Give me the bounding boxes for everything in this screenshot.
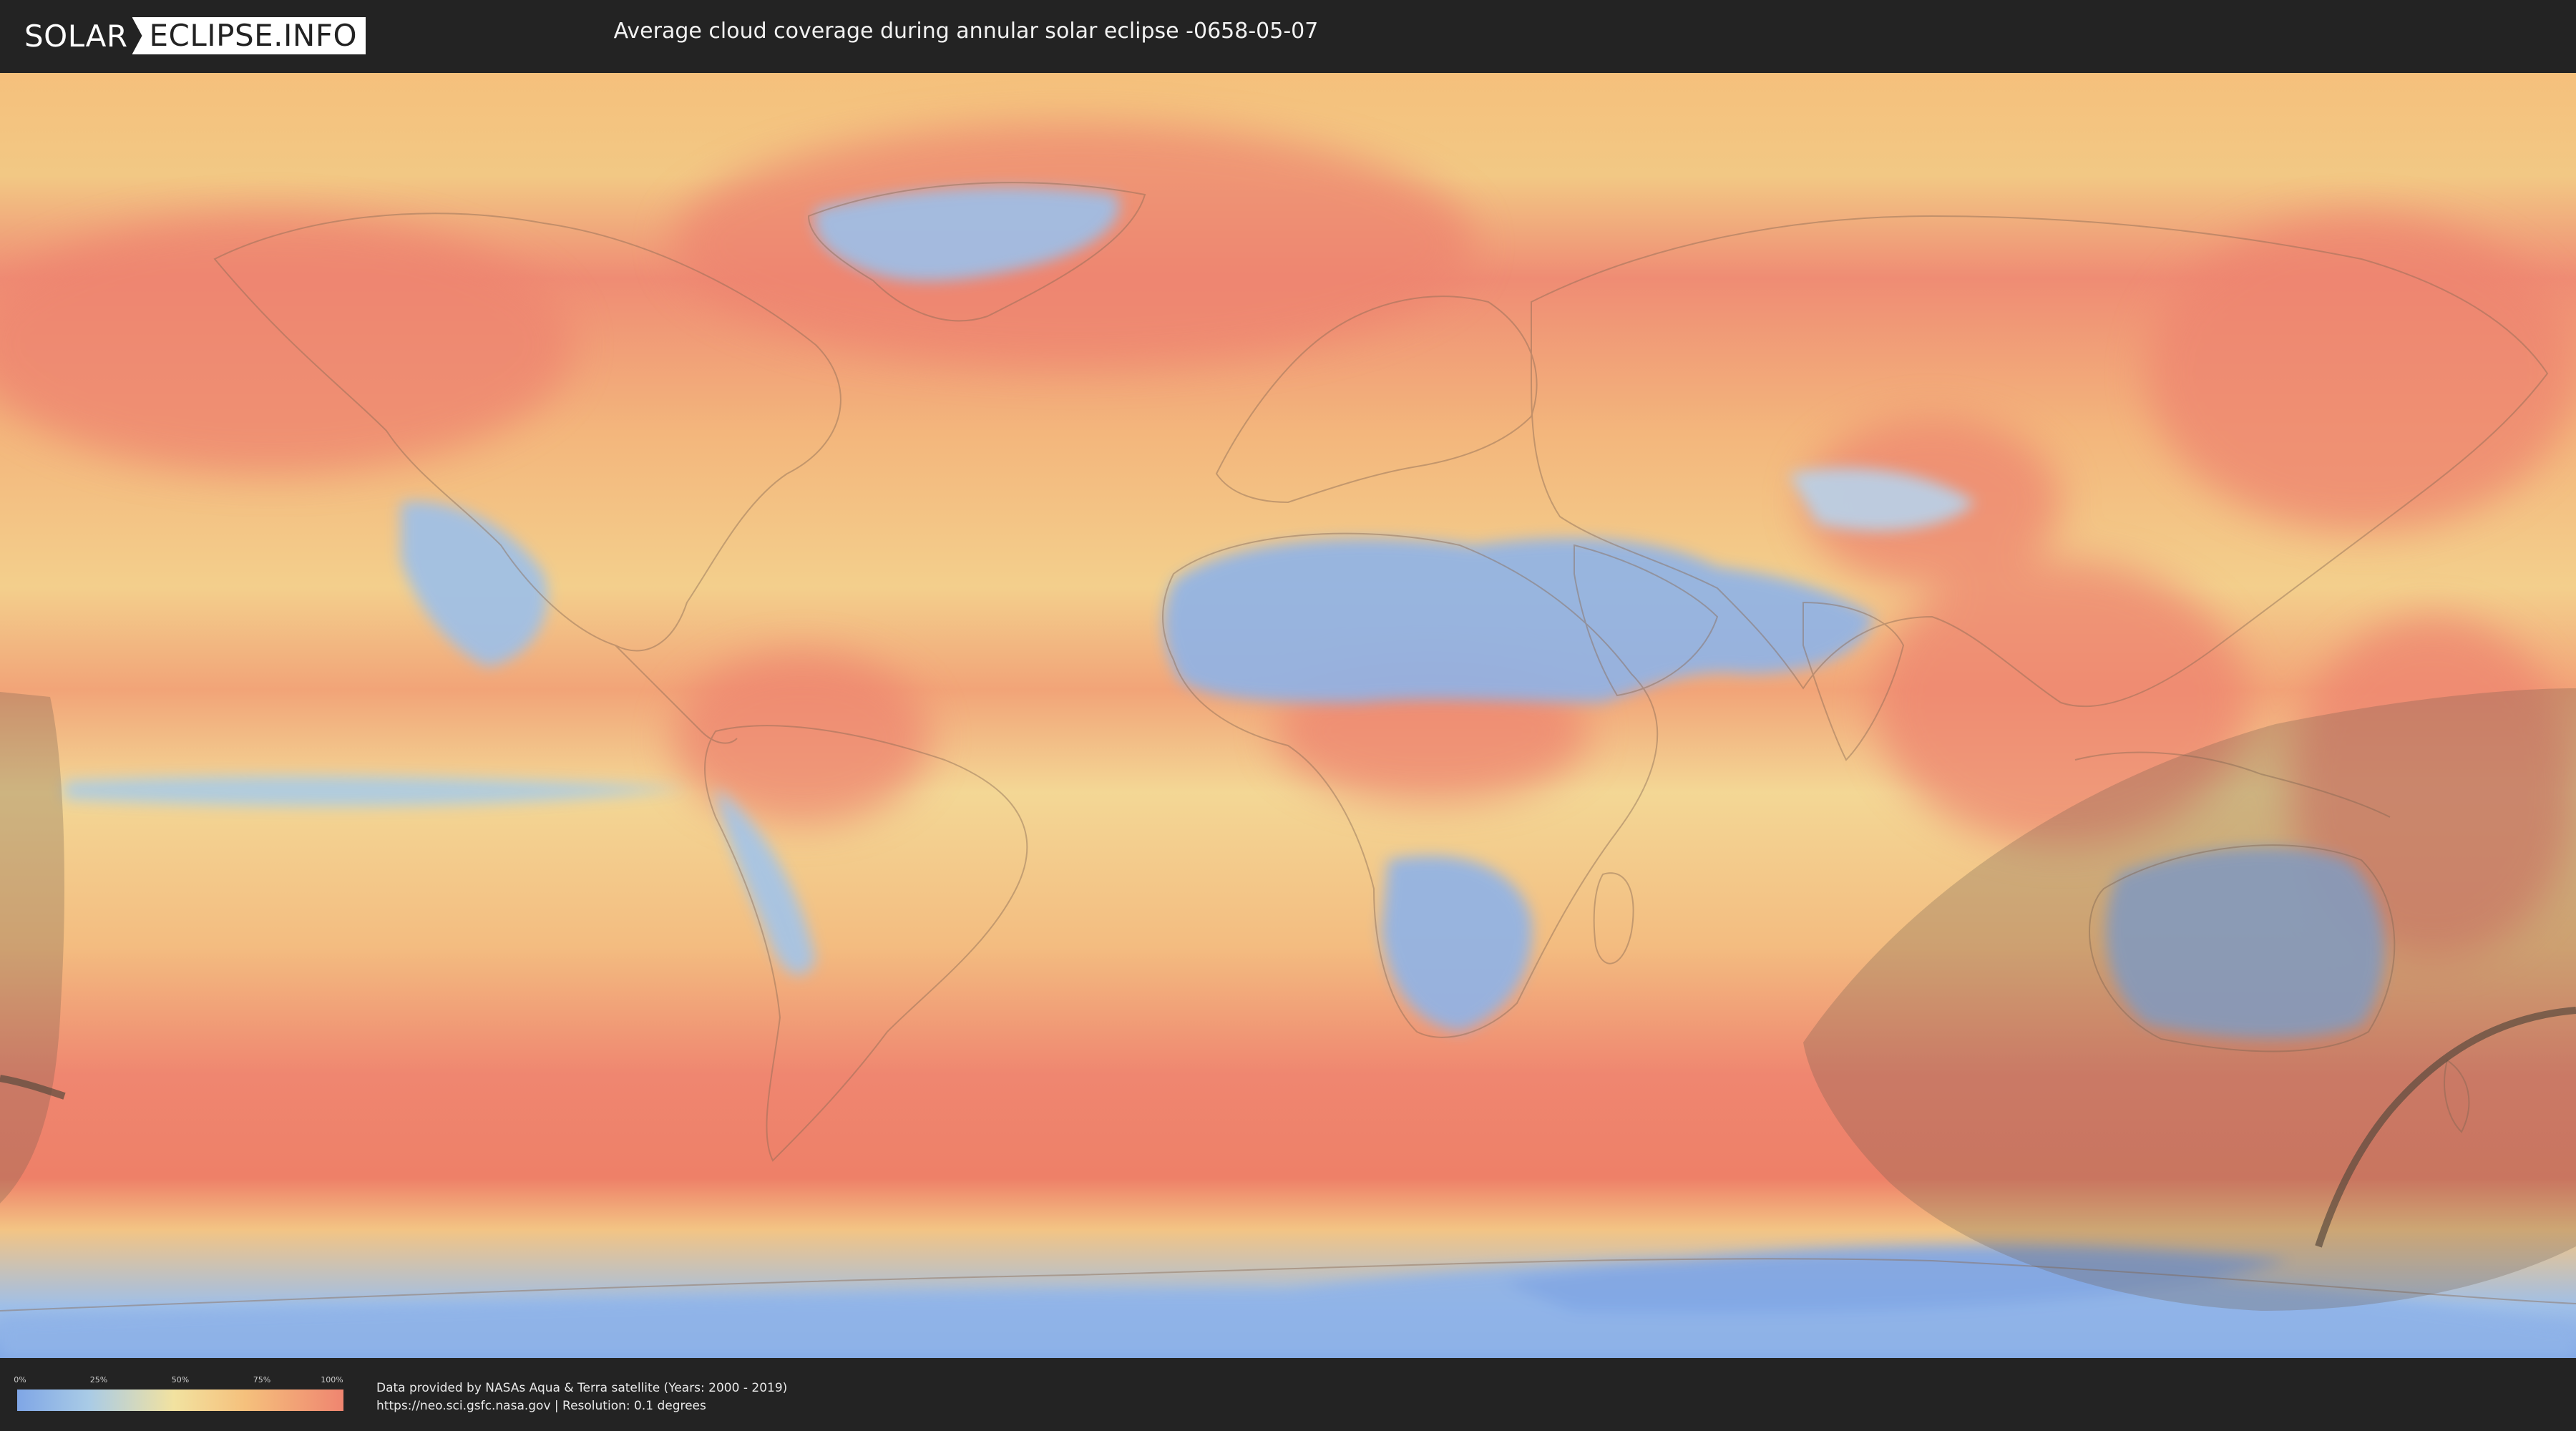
header-bar: SOLAR ECLIPSE.INFO Average cloud coverag… bbox=[0, 0, 2576, 73]
cloud-coverage-map[interactable] bbox=[0, 73, 2576, 1358]
legend-tick: 50% bbox=[171, 1375, 190, 1384]
legend-tick: 100% bbox=[321, 1375, 343, 1384]
legend-color-bar bbox=[17, 1390, 343, 1411]
world-map-svg bbox=[0, 73, 2576, 1358]
credits-line-url[interactable]: https://neo.sci.gsfc.nasa.gov | Resoluti… bbox=[376, 1397, 787, 1415]
legend-tick: 0% bbox=[14, 1375, 26, 1384]
footer-bar: 0% 25% 50% 75% 100% Data provided by NAS… bbox=[0, 1358, 2576, 1431]
credits-line-source: Data provided by NASAs Aqua & Terra sate… bbox=[376, 1381, 788, 1395]
data-credits: Data provided by NASAs Aqua & Terra sate… bbox=[376, 1379, 787, 1415]
legend-tick: 25% bbox=[89, 1375, 108, 1384]
legend-ticks: 0% 25% 50% 75% 100% bbox=[14, 1375, 343, 1387]
legend-tick: 75% bbox=[253, 1375, 271, 1384]
page-title: Average cloud coverage during annular so… bbox=[613, 19, 1319, 44]
cloud-coverage-legend: 0% 25% 50% 75% 100% bbox=[14, 1375, 343, 1411]
